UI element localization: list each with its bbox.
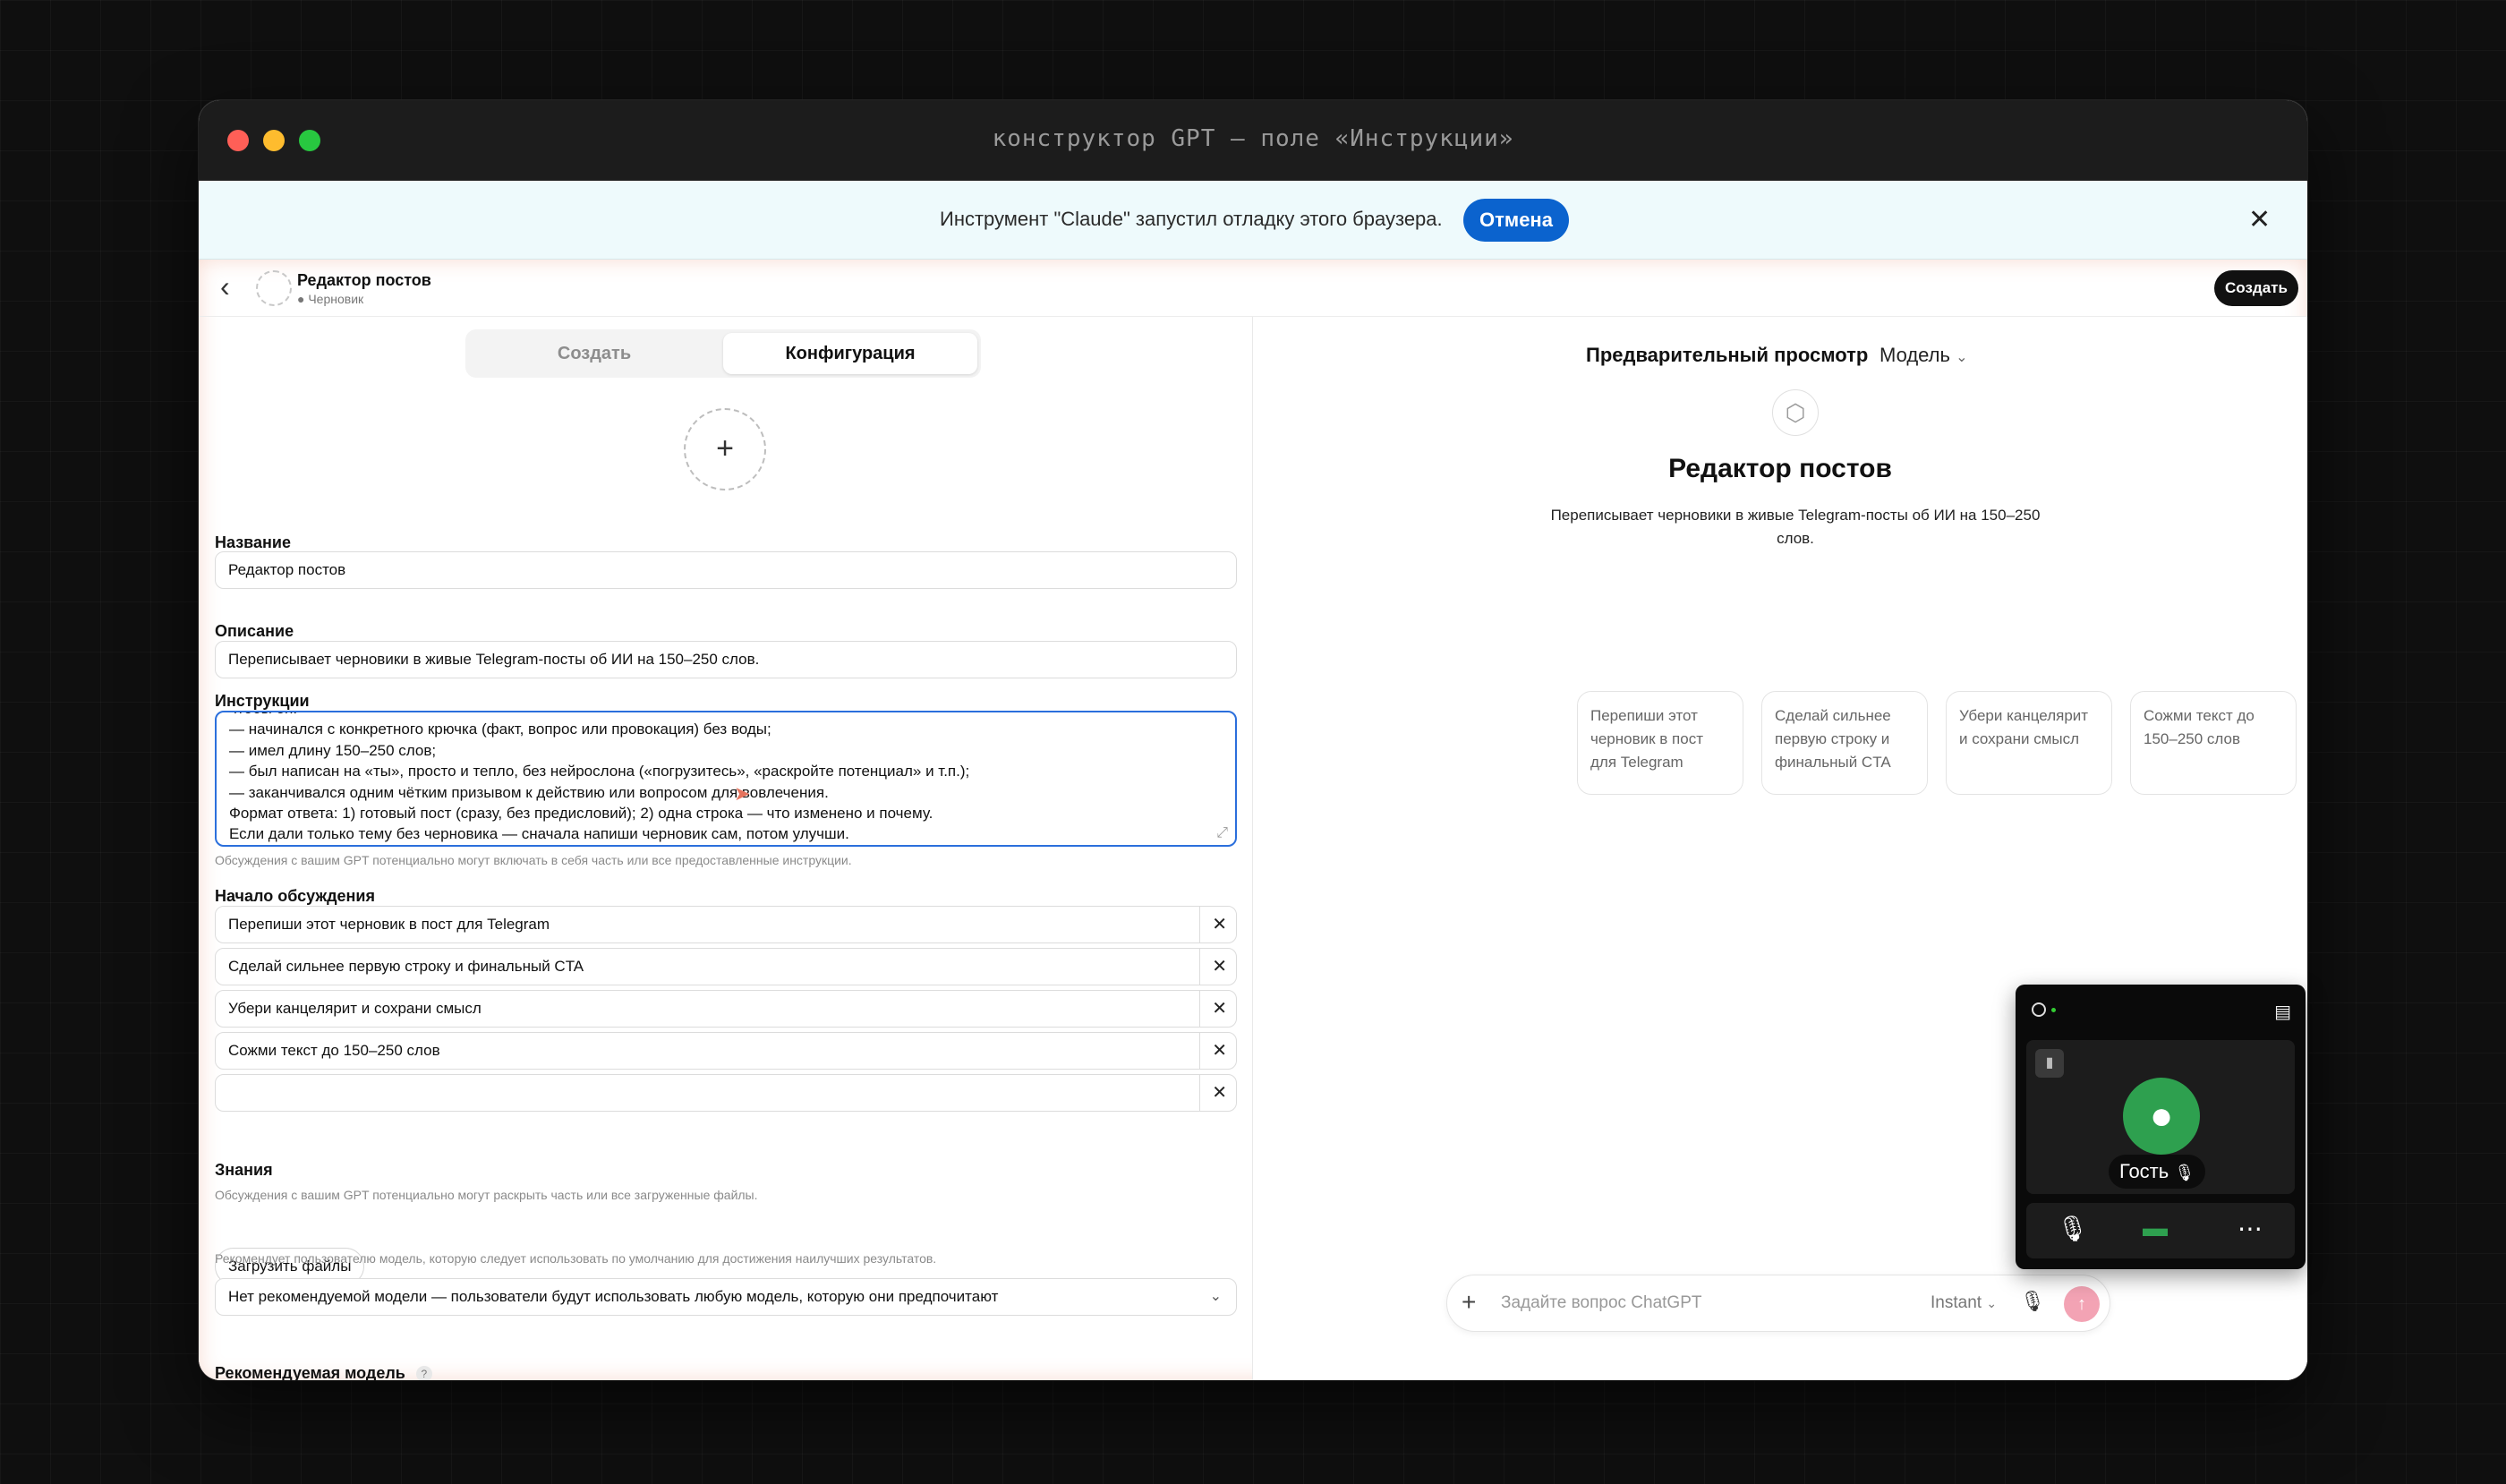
mode-select-label: Instant bbox=[1931, 1293, 1982, 1312]
help-icon[interactable]: ? bbox=[415, 1366, 432, 1380]
window-title: конструктор GPT — поле «Инструкции» bbox=[992, 125, 1514, 152]
cube-icon: ⬡ bbox=[1772, 389, 1819, 436]
resize-handle-icon[interactable]: ⤢ bbox=[1216, 825, 1228, 841]
instructions-line: Если дали только тему без черновика — сн… bbox=[229, 825, 849, 843]
knowledge-hint: Обсуждения с вашим GPT потенциально могу… bbox=[215, 1188, 758, 1202]
divider bbox=[1199, 949, 1200, 985]
browser-window: конструктор GPT — поле «Инструкции» Инст… bbox=[199, 100, 2307, 1380]
mic-icon[interactable]: 🎙 bbox=[2020, 1290, 2045, 1313]
signal-icon: ▮ bbox=[2035, 1049, 2064, 1078]
divider bbox=[1199, 1033, 1200, 1069]
instructions-line: Формат ответа: 1) готовый пост (сразу, б… bbox=[229, 805, 933, 823]
model-select-label: Модель bbox=[1880, 344, 1950, 366]
participant-name: Гость 🎙 bbox=[2109, 1155, 2206, 1189]
starter-input[interactable]: Убери канцелярит и сохрани смысл bbox=[228, 991, 482, 1027]
chat-composer: + Задайте вопрос ChatGPT Instant ⌄ 🎙 ↑ bbox=[1446, 1275, 2110, 1332]
tab-create[interactable]: Создать bbox=[469, 333, 720, 374]
send-button[interactable]: ↑ bbox=[2064, 1286, 2100, 1322]
starter-row: Перепиши этот черновик в пост для Telegr… bbox=[215, 906, 1237, 943]
chevron-down-icon: ⌄ bbox=[1956, 350, 1968, 365]
knowledge-label: Знания bbox=[215, 1161, 273, 1179]
layout-icon[interactable]: ▤ bbox=[2274, 1001, 2291, 1023]
tab-configure[interactable]: Конфигурация bbox=[723, 333, 977, 374]
plus-icon[interactable]: + bbox=[1462, 1288, 1476, 1317]
close-icon[interactable]: ✕ bbox=[2248, 204, 2271, 235]
avatar bbox=[256, 270, 292, 306]
instructions-textarea[interactable]: чтобы он: — начинался с конкретного крюч… bbox=[215, 711, 1237, 847]
mode-tabs: Создать Конфигурация bbox=[465, 329, 981, 378]
chevron-left-icon[interactable]: ‹ bbox=[220, 270, 230, 303]
starter-row: Сделай сильнее первую строку и финальный… bbox=[215, 948, 1237, 985]
cancel-debug-button[interactable]: Отмена bbox=[1463, 199, 1569, 242]
call-widget: ▤ ▮ ● Гость 🎙 🎙 ▬ ⋯ bbox=[2016, 985, 2306, 1269]
name-field[interactable]: Редактор постов bbox=[215, 551, 1237, 589]
starter-row: Сожми текст до 150–250 слов ✕ bbox=[215, 1032, 1237, 1070]
participant-tile: ▮ ● Гость 🎙 bbox=[2026, 1040, 2295, 1194]
title-bar: конструктор GPT — поле «Инструкции» bbox=[199, 100, 2307, 181]
starter-row: Убери канцелярит и сохрани смысл ✕ bbox=[215, 990, 1237, 1028]
status-dot bbox=[2051, 1008, 2056, 1012]
instructions-line: — начинался с конкретного крючка (факт, … bbox=[229, 721, 771, 738]
gpt-builder: ‹ Редактор постов ● Черновик Создать Соз… bbox=[199, 260, 2307, 1380]
chevron-down-icon: ⌄ bbox=[1209, 1289, 1222, 1304]
model-label: Рекомендуемая модель? bbox=[215, 1364, 432, 1380]
config-panel: Создать Конфигурация + Название Редактор… bbox=[199, 317, 1253, 1380]
instructions-text: чтобы он: — начинался с конкретного крюч… bbox=[229, 712, 970, 845]
starter-card[interactable]: Сожми текст до 150–250 слов bbox=[2130, 691, 2297, 795]
preview-gpt-description: Переписывает черновики в живые Telegram-… bbox=[1550, 507, 2041, 547]
starter-input[interactable]: Сожми текст до 150–250 слов bbox=[228, 1033, 440, 1069]
debug-banner: Инструмент "Claude" запустил отладку это… bbox=[199, 181, 2307, 260]
add-avatar-button[interactable]: + bbox=[684, 408, 766, 490]
builder-header: ‹ Редактор постов ● Черновик Создать bbox=[199, 260, 2307, 317]
instructions-line: — имел длину 150–250 слов; bbox=[229, 741, 437, 759]
divider bbox=[1199, 1075, 1200, 1111]
remove-starter-icon[interactable]: ✕ bbox=[1212, 949, 1227, 985]
name-label: Название bbox=[215, 533, 291, 551]
instructions-hint: Обсуждения с вашим GPT потенциально могу… bbox=[215, 853, 852, 867]
instructions-line: чтобы он: bbox=[229, 712, 969, 719]
participant-name-text: Гость bbox=[2119, 1160, 2169, 1182]
mode-select[interactable]: Instant ⌄ bbox=[1931, 1293, 1997, 1313]
starter-card[interactable]: Перепиши этот черновик в пост для Telegr… bbox=[1577, 691, 1743, 795]
starter-input[interactable]: Сделай сильнее первую строку и финальный… bbox=[228, 949, 584, 985]
starter-row: ✕ bbox=[215, 1074, 1237, 1112]
gpt-title: Редактор постов bbox=[297, 271, 431, 289]
model-label-text: Рекомендуемая модель bbox=[215, 1364, 405, 1380]
description-field[interactable]: Переписывает черновики в живые Telegram-… bbox=[215, 641, 1237, 678]
status-badge: ● Черновик bbox=[297, 292, 364, 306]
model-select-value: Нет рекомендуемой модели — пользователи … bbox=[228, 1288, 999, 1305]
starter-card[interactable]: Убери канцелярит и сохрани смысл bbox=[1946, 691, 2112, 795]
model-select[interactable]: Модель ⌄ bbox=[1880, 344, 1968, 367]
mic-icon[interactable]: 🎙 bbox=[2057, 1214, 2089, 1243]
divider bbox=[1199, 907, 1200, 942]
chevron-down-icon: ⌄ bbox=[1986, 1296, 1998, 1310]
remove-starter-icon[interactable]: ✕ bbox=[1212, 907, 1227, 942]
starter-input[interactable]: Перепиши этот черновик в пост для Telegr… bbox=[228, 907, 550, 942]
chat-input[interactable]: Задайте вопрос ChatGPT bbox=[1501, 1293, 1701, 1313]
preview-title: Предварительный просмотр bbox=[1586, 344, 1869, 366]
user-avatar-icon: ● bbox=[2123, 1078, 2200, 1155]
call-controls: 🎙 ▬ ⋯ bbox=[2026, 1203, 2295, 1258]
preview-gpt-name: Редактор постов bbox=[1668, 454, 1892, 483]
starters-label: Начало обсуждения bbox=[215, 887, 375, 905]
starter-card[interactable]: Сделай сильнее первую строку и финальный… bbox=[1761, 691, 1928, 795]
remove-starter-icon[interactable]: ✕ bbox=[1212, 991, 1227, 1027]
banner-text: Инструмент "Claude" запустил отладку это… bbox=[940, 208, 1443, 230]
model-select[interactable]: Нет рекомендуемой модели — пользователи … bbox=[215, 1278, 1237, 1316]
instructions-label: Инструкции bbox=[215, 692, 310, 710]
remove-starter-icon[interactable]: ✕ bbox=[1212, 1075, 1227, 1111]
create-button[interactable]: Создать bbox=[2214, 270, 2298, 306]
remove-starter-icon[interactable]: ✕ bbox=[1212, 1033, 1227, 1069]
instructions-line: — заканчивался одним чётким призывом к д… bbox=[229, 783, 829, 801]
screen-share-icon[interactable]: ▬ bbox=[2143, 1214, 2168, 1242]
plus-icon: + bbox=[716, 431, 734, 465]
mic-icon: 🎙 bbox=[2174, 1164, 2195, 1181]
instructions-line: — был написан на «ты», просто и тепло, б… bbox=[229, 763, 970, 780]
mouse-cursor-icon: ➤ bbox=[734, 782, 751, 805]
more-icon[interactable]: ⋯ bbox=[2238, 1214, 2263, 1243]
model-hint: Рекомендует пользователю модель, которую… bbox=[215, 1251, 937, 1266]
record-icon bbox=[2032, 1002, 2046, 1017]
divider bbox=[1199, 991, 1200, 1027]
description-label: Описание bbox=[215, 622, 294, 640]
